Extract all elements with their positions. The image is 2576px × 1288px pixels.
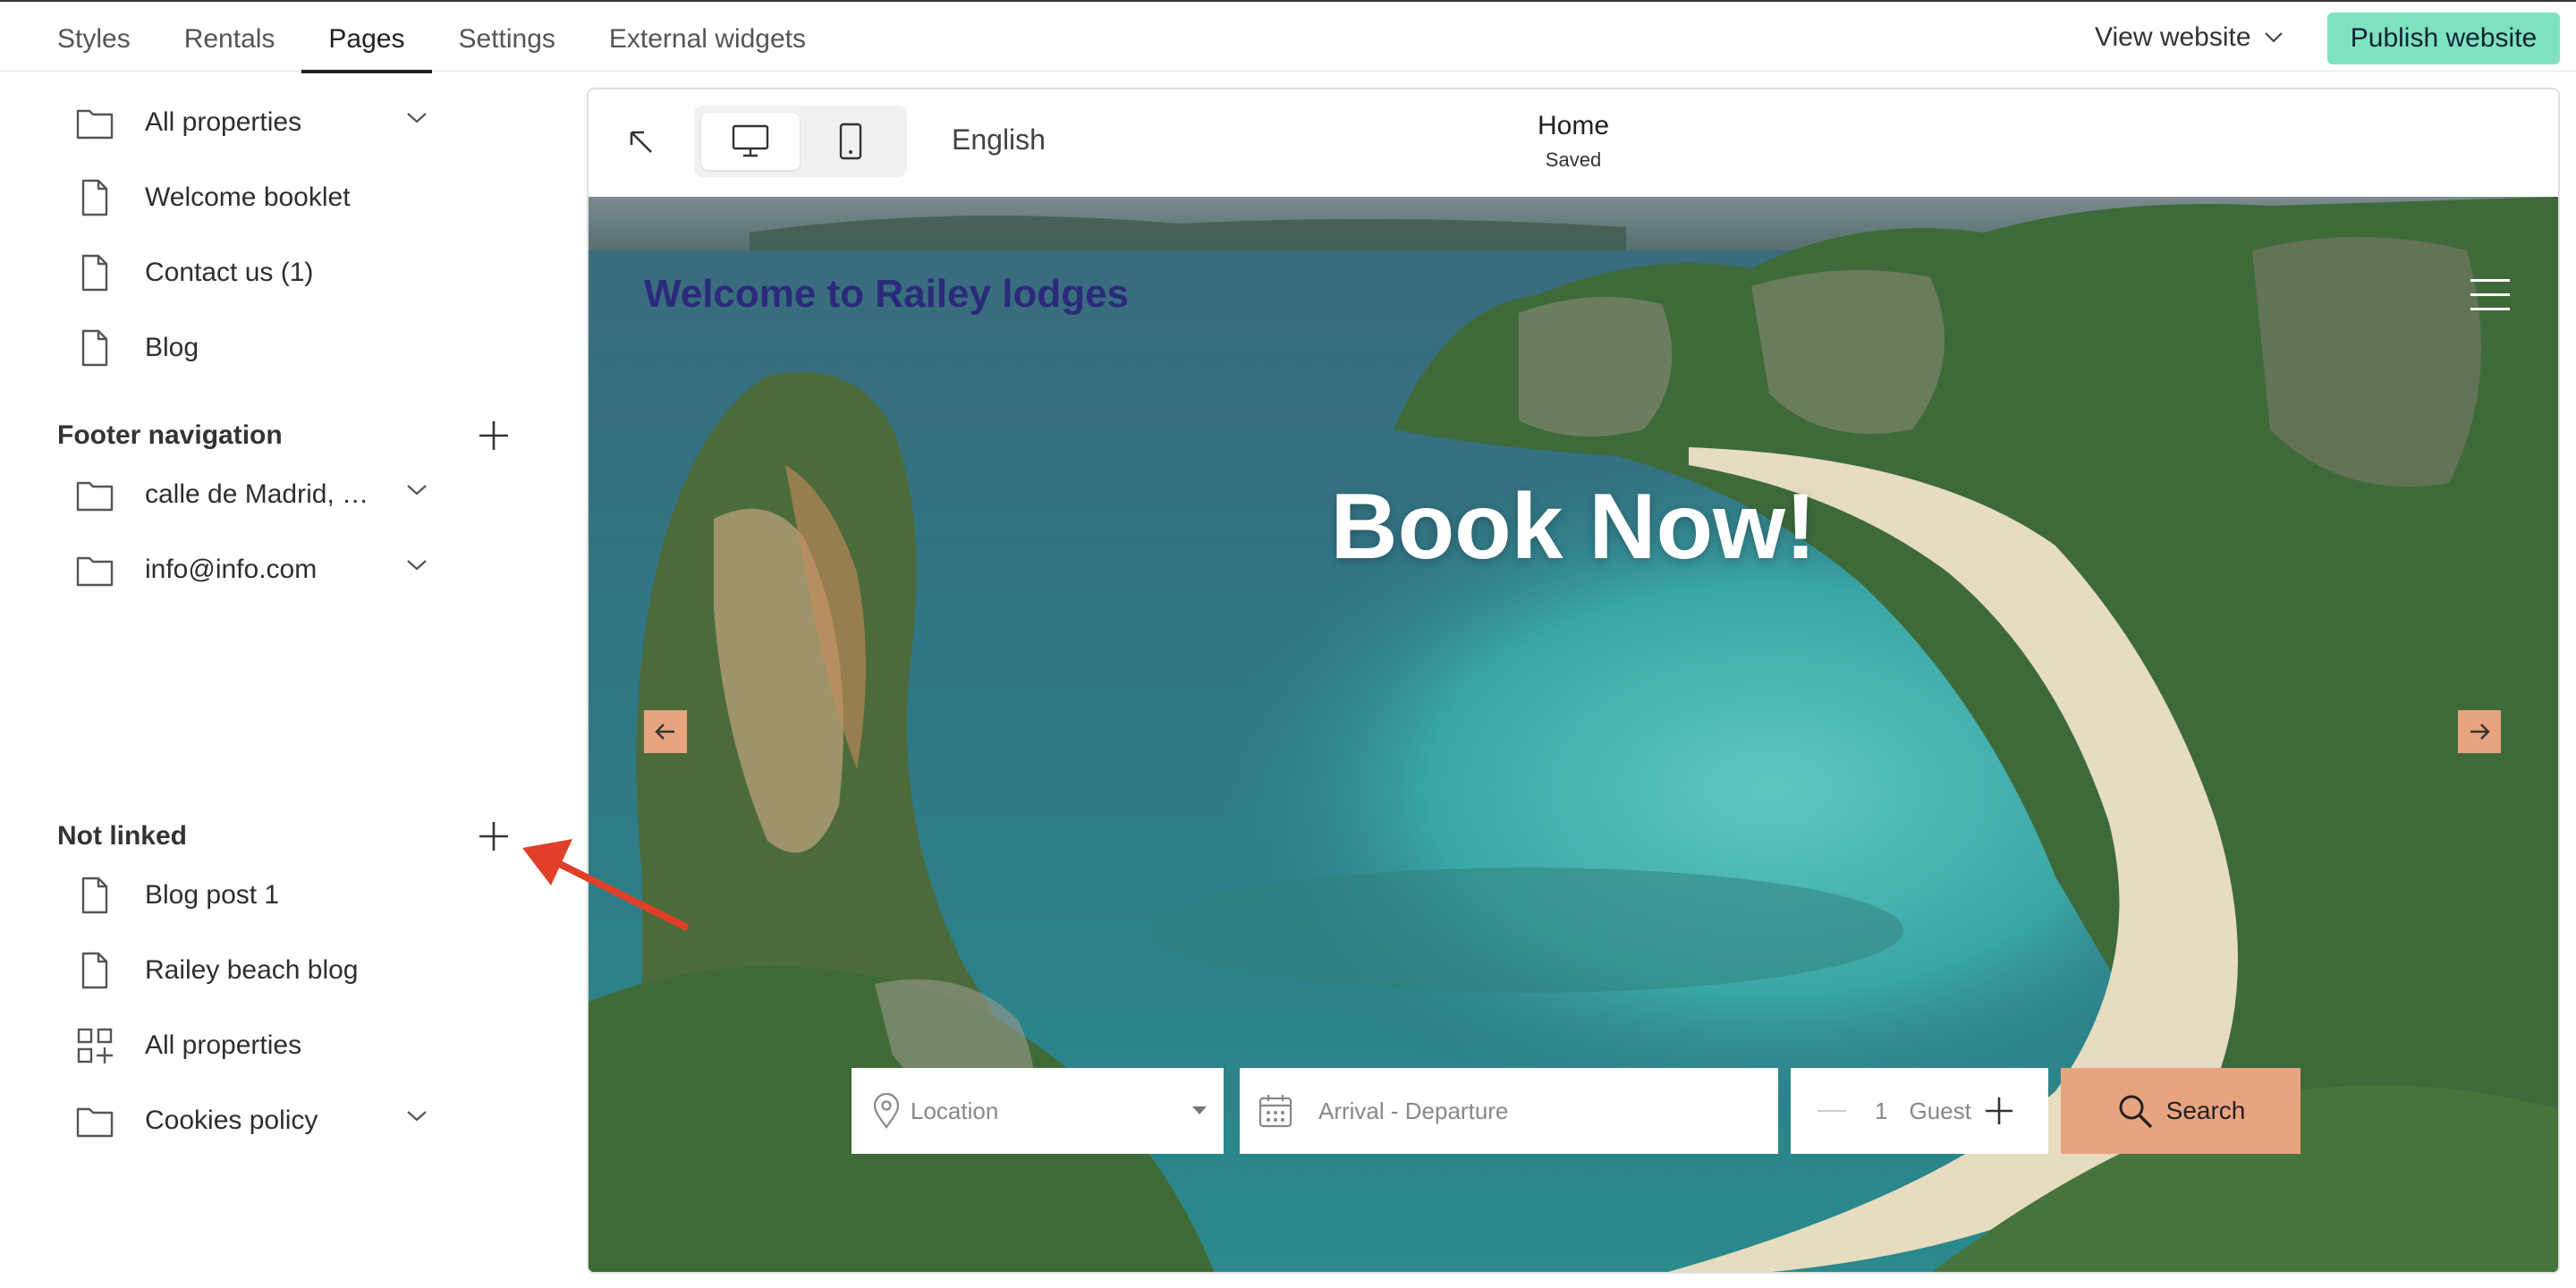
website-preview: English Home Saved Welcome to Railey lod…: [587, 88, 2560, 1274]
footer-navigation-heading: Footer navigation: [57, 420, 283, 450]
sidebar-item-blog-post-1[interactable]: Blog post 1: [75, 869, 279, 922]
sidebar-item-label: calle de Madrid, …: [145, 479, 369, 509]
sidebar-item-label: All properties: [145, 1030, 302, 1060]
chevron-down-icon[interactable]: [406, 1110, 428, 1123]
tab-styles[interactable]: Styles: [30, 2, 157, 73]
location-placeholder: Location: [911, 1097, 999, 1124]
not-linked-heading: Not linked: [57, 821, 188, 851]
sidebar-item-label: Welcome booklet: [145, 182, 351, 212]
sidebar-item-welcome-booklet[interactable]: Welcome booklet: [75, 171, 351, 225]
sidebar-item-label: Contact us (1): [145, 258, 314, 287]
page-icon: [75, 253, 114, 292]
carousel-next-button[interactable]: [2458, 710, 2501, 753]
sidebar-item-label: Cookies policy: [145, 1106, 318, 1135]
publish-website-button[interactable]: Publish website: [2327, 13, 2560, 64]
hero-headline: Book Now!: [1330, 475, 1817, 579]
sidebar-item-railey-beach-blog[interactable]: Railey beach blog: [75, 944, 359, 997]
sidebar-item-footer-address[interactable]: calle de Madrid, …: [75, 468, 369, 521]
guest-decrement-button[interactable]: [1818, 1110, 1846, 1112]
sidebar-item-label: Blog: [145, 333, 199, 362]
hero-section: Welcome to Railey lodges Book Now! Locat…: [589, 197, 2558, 1272]
sidebar-item-cookies-policy[interactable]: Cookies policy: [75, 1094, 318, 1148]
chevron-down-icon[interactable]: [406, 112, 428, 124]
guest-count: 1: [1875, 1097, 1888, 1124]
chevron-down-icon: [2264, 32, 2283, 43]
arrow-left-icon: [655, 724, 674, 740]
pages-sidebar: All properties Welcome booklet Contact u…: [0, 72, 555, 1288]
calendar-icon: [1258, 1095, 1292, 1128]
tab-rentals[interactable]: Rentals: [157, 2, 302, 73]
guest-label: Guest: [1909, 1097, 1971, 1124]
add-footer-page-button[interactable]: [476, 418, 512, 453]
sidebar-item-contact-us[interactable]: Contact us (1): [75, 246, 313, 300]
site-title[interactable]: Welcome to Railey lodges: [644, 272, 1129, 317]
folder-icon: [75, 1101, 114, 1140]
page-title: Home: [1537, 111, 1610, 140]
folder-icon: [75, 475, 114, 514]
tab-settings[interactable]: Settings: [432, 2, 582, 73]
carousel-prev-button[interactable]: [644, 710, 687, 753]
caret-down-icon: [1192, 1106, 1207, 1114]
save-status: Saved: [1545, 148, 1602, 171]
dates-placeholder: Arrival - Departure: [1318, 1097, 1509, 1124]
page-icon: [75, 328, 114, 368]
sidebar-item-blog[interactable]: Blog: [75, 321, 199, 375]
page-icon: [75, 951, 114, 990]
plus-icon: [476, 818, 512, 854]
location-pin-icon: [873, 1093, 900, 1129]
tab-external-widgets[interactable]: External widgets: [582, 2, 833, 73]
tab-pages[interactable]: Pages: [301, 2, 432, 73]
page-icon: [75, 876, 114, 915]
sidebar-item-label: info@info.com: [145, 555, 318, 584]
page-icon: [75, 178, 114, 217]
folder-icon: [75, 550, 114, 589]
search-button-label: Search: [2165, 1097, 2246, 1124]
sidebar-item-all-properties-widget[interactable]: All properties: [75, 1019, 301, 1072]
main-tabs: Styles Rentals Pages Settings External w…: [30, 2, 833, 73]
arrow-right-icon: [2470, 724, 2490, 740]
view-website-label: View website: [2095, 22, 2251, 52]
guest-stepper: 1 Guest: [1791, 1068, 2048, 1154]
folder-icon: [75, 103, 114, 142]
chevron-down-icon[interactable]: [406, 559, 428, 572]
grid-add-icon: [75, 1026, 114, 1065]
search-icon: [2119, 1095, 2152, 1129]
sidebar-item-label: Blog post 1: [145, 880, 280, 910]
location-select[interactable]: Location: [852, 1068, 1224, 1154]
search-button[interactable]: Search: [2061, 1068, 2301, 1154]
sidebar-item-all-properties[interactable]: All properties: [75, 96, 301, 149]
preview-toolbar: English Home Saved: [589, 89, 2558, 198]
top-navigation-bar: Styles Rentals Pages Settings External w…: [0, 0, 2576, 73]
add-not-linked-page-button[interactable]: [476, 818, 512, 854]
plus-icon: [476, 418, 512, 453]
view-website-dropdown[interactable]: View website: [2095, 2, 2284, 73]
date-range-field[interactable]: Arrival - Departure: [1240, 1068, 1778, 1154]
hamburger-menu-icon[interactable]: [2470, 279, 2510, 311]
guest-increment-button[interactable]: [1984, 1096, 2014, 1126]
sidebar-item-label: All properties: [145, 107, 302, 137]
sidebar-item-label: Railey beach blog: [145, 955, 359, 985]
chevron-down-icon[interactable]: [406, 484, 428, 496]
sidebar-item-footer-email[interactable]: info@info.com: [75, 543, 317, 597]
